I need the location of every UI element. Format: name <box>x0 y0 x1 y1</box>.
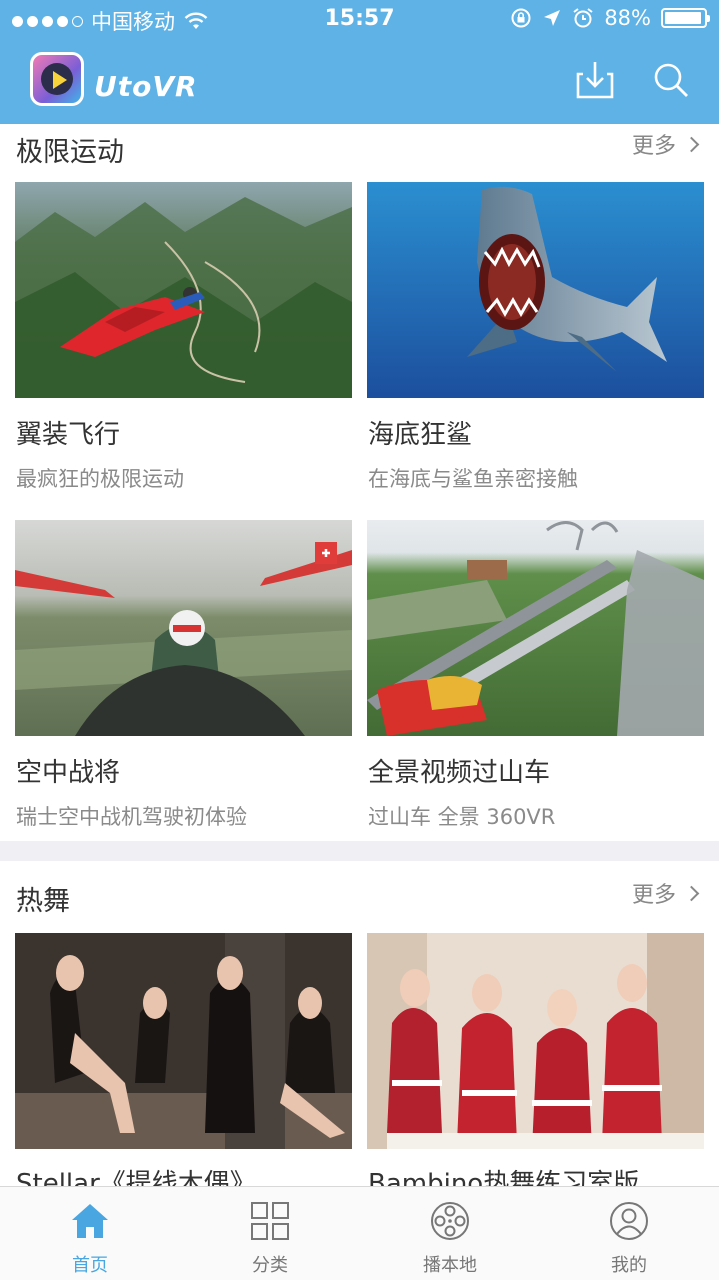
video-thumbnail[interactable] <box>15 520 352 736</box>
video-card[interactable]: 翼装飞行 最疯狂的极限运动 <box>15 182 352 491</box>
film-reel-icon <box>431 1202 469 1240</box>
video-title: 翼装飞行 <box>16 420 121 450</box>
video-subtitle: 最疯狂的极限运动 <box>16 467 184 491</box>
video-subtitle: 在海底与鲨鱼亲密接触 <box>368 467 578 491</box>
more-link[interactable]: 更多 <box>631 128 700 160</box>
video-thumbnail[interactable] <box>15 182 352 398</box>
user-icon <box>610 1202 648 1240</box>
section-extreme-sports: 极限运动 更多 翼装飞行 最疯狂的极限运动 海底狂鲨 在海底与鲨鱼亲密接触 空中… <box>0 124 719 841</box>
tab-label: 我的 <box>611 1255 647 1276</box>
section-title: 热舞 <box>16 886 70 917</box>
bottom-tab-bar: 首页 分类 播本地 我的 <box>0 1186 719 1280</box>
video-title: Stellar《提线木偶》 <box>16 1169 256 1186</box>
more-link[interactable]: 更多 <box>631 877 700 909</box>
download-icon[interactable] <box>575 60 615 100</box>
video-title: 海底狂鲨 <box>368 420 473 450</box>
video-card[interactable]: 全景视频过山车 过山车 全景 360VR <box>367 520 704 829</box>
video-card[interactable]: Stellar《提线木偶》 <box>15 933 352 1186</box>
video-card[interactable]: 空中战将 瑞士空中战机驾驶初体验 <box>15 520 352 829</box>
section-divider <box>0 841 719 861</box>
video-thumbnail[interactable] <box>15 933 352 1149</box>
status-bar: 中国移动 15:57 88% <box>0 0 719 40</box>
battery-percent: 88% <box>604 6 651 30</box>
video-card[interactable]: 海底狂鲨 在海底与鲨鱼亲密接触 <box>367 182 704 491</box>
tab-home[interactable]: 首页 <box>20 1187 160 1280</box>
location-icon <box>544 10 561 26</box>
section-hot-dance: 热舞 更多 Stellar《提线木偶》 Bambino热舞练习室版 <box>0 861 719 1186</box>
video-title: 空中战将 <box>16 758 121 788</box>
search-icon[interactable] <box>651 60 691 100</box>
chevron-right-icon <box>683 136 700 152</box>
video-subtitle: 过山车 全景 360VR <box>368 805 556 829</box>
brand-name: UtoVR <box>94 70 198 103</box>
rotation-lock-icon <box>511 8 531 28</box>
more-label: 更多 <box>631 883 676 908</box>
battery-icon <box>661 8 710 28</box>
video-card[interactable]: Bambino热舞练习室版 <box>367 933 704 1186</box>
video-thumbnail[interactable] <box>367 520 704 736</box>
section-title: 极限运动 <box>16 137 124 168</box>
alarm-icon <box>573 8 593 28</box>
tab-label: 首页 <box>72 1255 108 1276</box>
more-label: 更多 <box>631 134 676 159</box>
video-subtitle: 瑞士空中战机驾驶初体验 <box>16 805 247 829</box>
main-content: 极限运动 更多 翼装飞行 最疯狂的极限运动 海底狂鲨 在海底与鲨鱼亲密接触 空中… <box>0 124 719 1186</box>
tab-label: 分类 <box>252 1255 288 1276</box>
chevron-right-icon <box>683 885 700 901</box>
tab-label: 播本地 <box>423 1255 477 1276</box>
top-bar: 中国移动 15:57 88% UtoVR <box>0 0 719 124</box>
grid-icon <box>251 1202 289 1240</box>
home-icon <box>72 1204 108 1238</box>
video-thumbnail[interactable] <box>367 182 704 398</box>
video-title: Bambino热舞练习室版 <box>368 1169 640 1186</box>
tab-mine[interactable]: 我的 <box>559 1187 699 1280</box>
video-thumbnail[interactable] <box>367 933 704 1149</box>
app-logo <box>30 52 84 106</box>
app-header: UtoVR <box>0 40 719 124</box>
video-title: 全景视频过山车 <box>368 758 551 788</box>
tab-local-play[interactable]: 播本地 <box>380 1187 520 1280</box>
tab-category[interactable]: 分类 <box>200 1187 340 1280</box>
